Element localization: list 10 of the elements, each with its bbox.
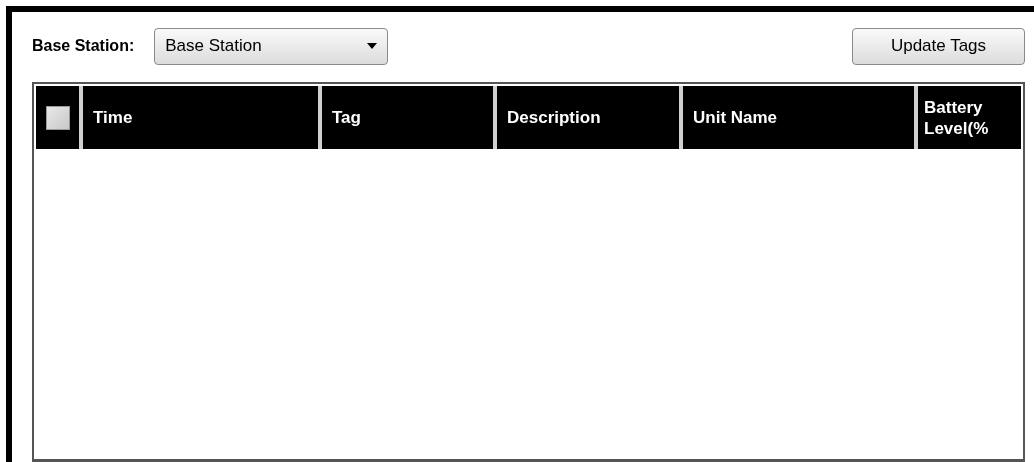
base-station-label: Base Station: (32, 36, 135, 56)
column-header[interactable]: Tag (322, 86, 493, 149)
column-header[interactable]: Battery Level(% (918, 86, 1021, 149)
select-all-checkbox[interactable] (45, 105, 70, 130)
column-header[interactable]: Unit Name (683, 86, 914, 149)
column-header[interactable]: Time (83, 86, 318, 149)
caret-icon (367, 43, 378, 49)
base-station-dropdown[interactable]: Base Station (154, 27, 389, 65)
update-tags-button[interactable]: Update Tags (852, 27, 1025, 65)
column-header[interactable]: Description (497, 86, 679, 149)
